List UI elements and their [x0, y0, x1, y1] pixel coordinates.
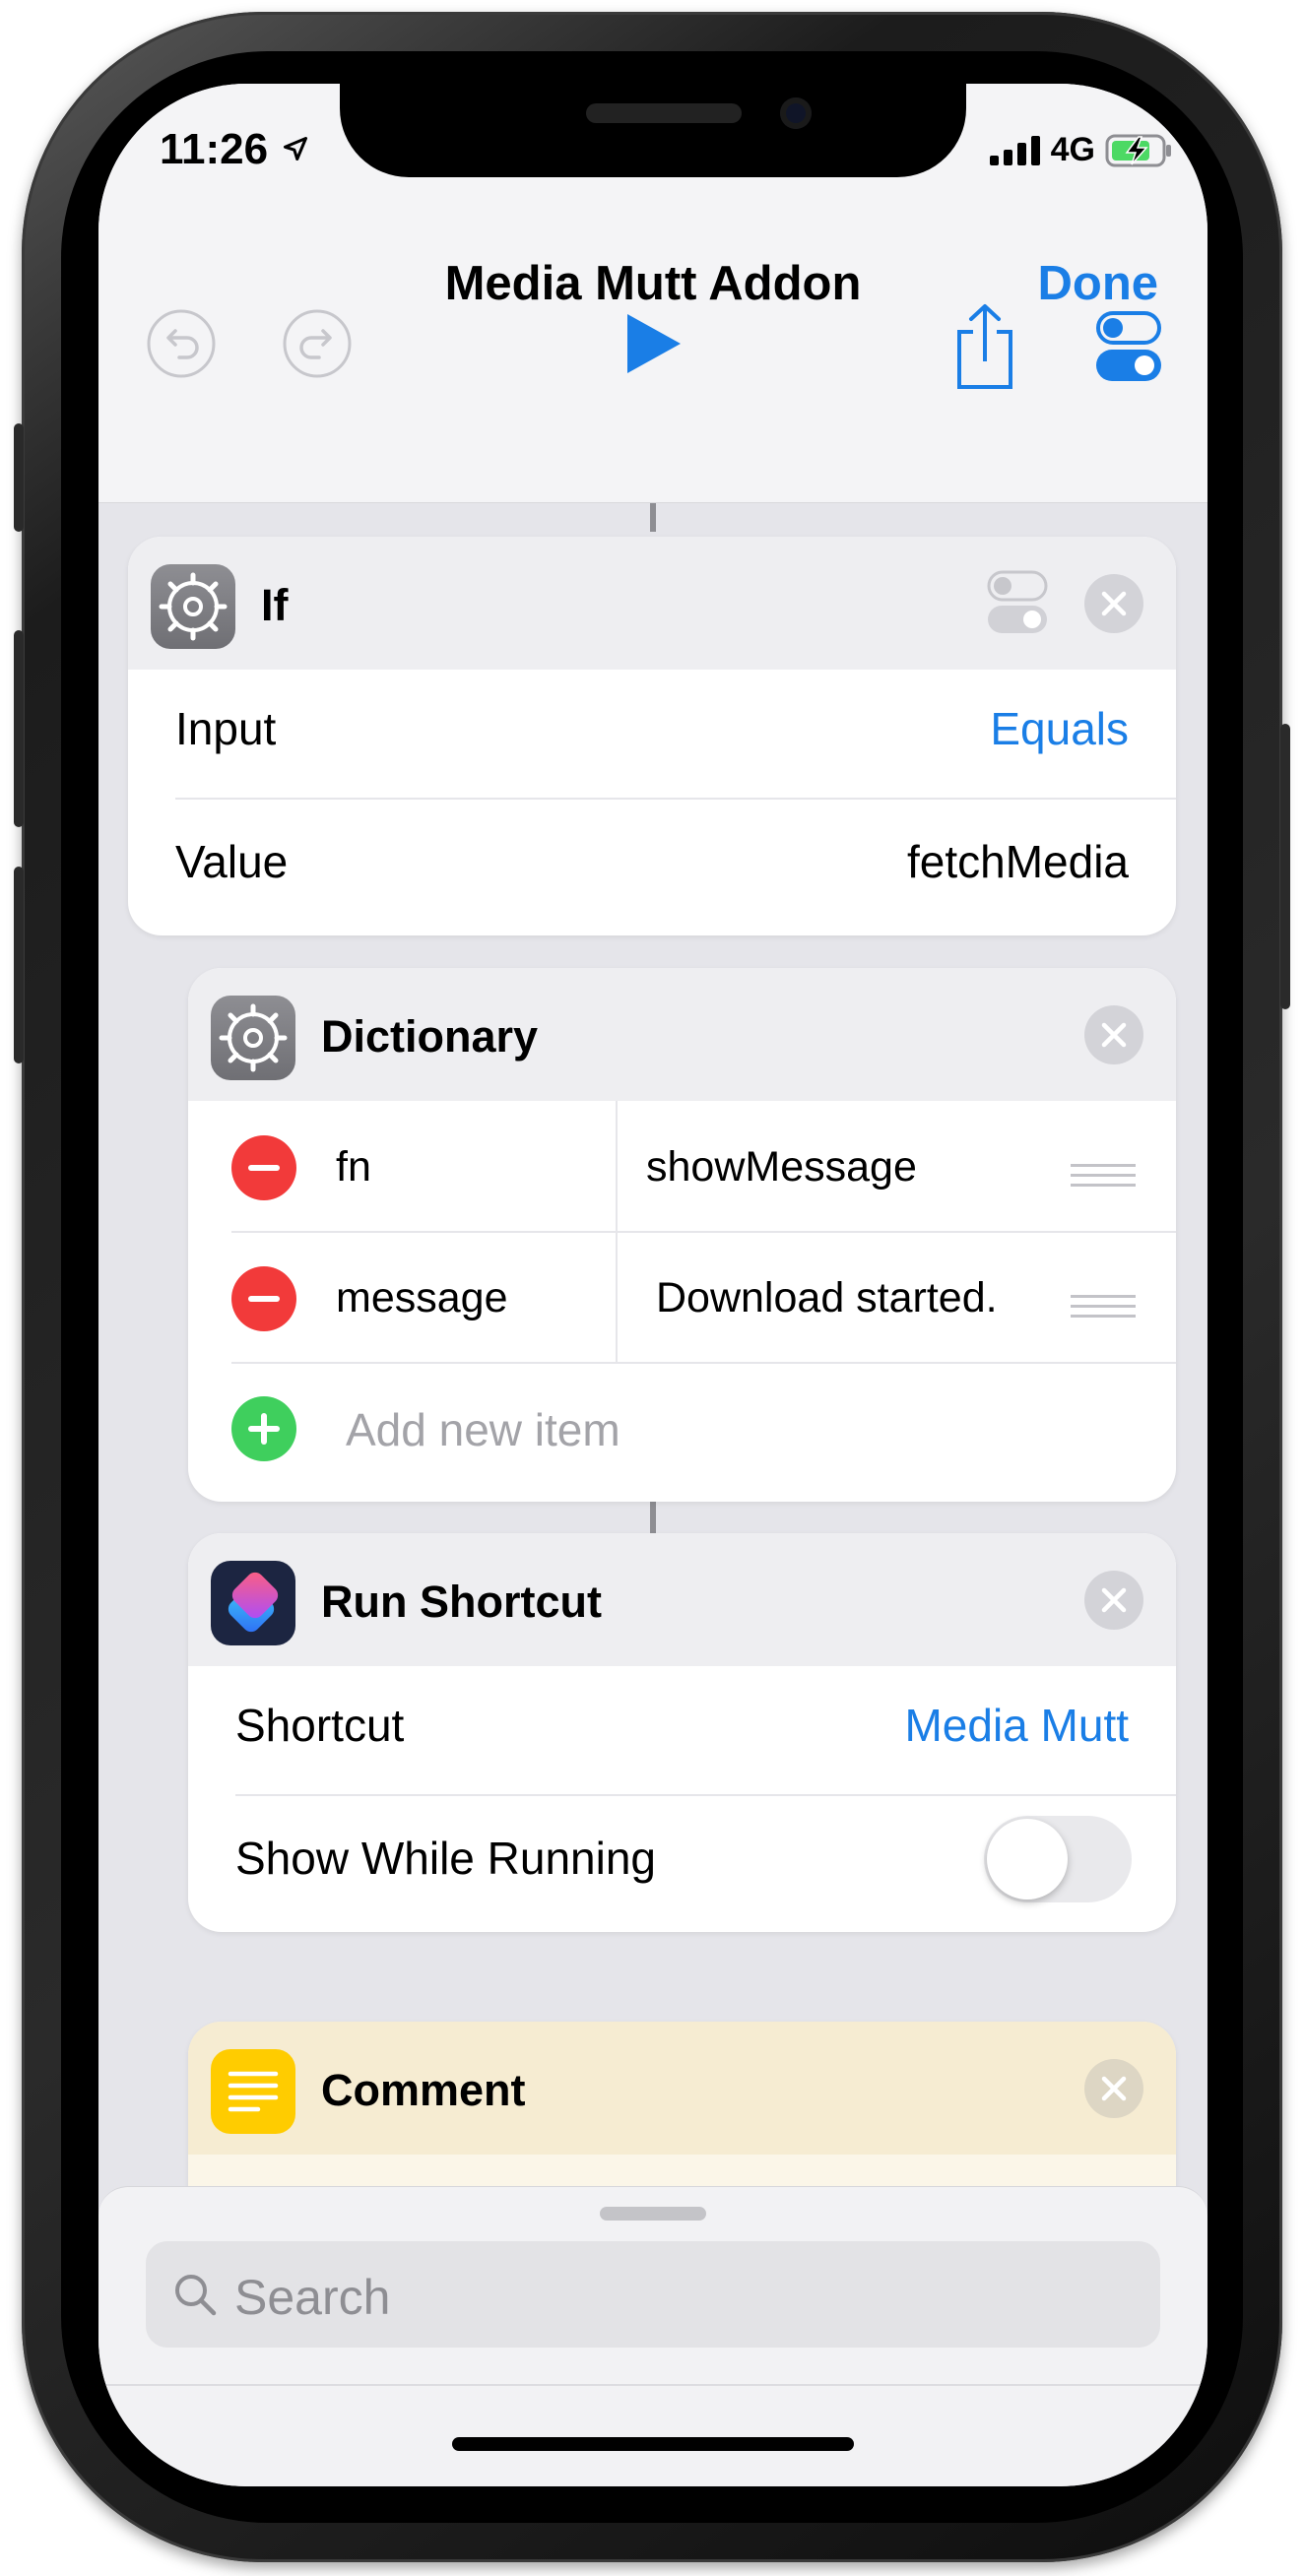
dictionary-value[interactable]: Download started.: [656, 1274, 998, 1322]
redo-icon[interactable]: [282, 308, 353, 379]
dictionary-key[interactable]: fn: [336, 1143, 371, 1191]
dictionary-key[interactable]: message: [336, 1274, 507, 1322]
share-icon[interactable]: [953, 302, 1016, 391]
close-icon: [1101, 1587, 1127, 1613]
comment-icon: [211, 2049, 295, 2134]
delete-item-button[interactable]: [231, 1266, 296, 1331]
toggle-knob: [987, 1819, 1068, 1900]
done-button[interactable]: Done: [1038, 256, 1159, 311]
undo-icon[interactable]: [146, 308, 217, 379]
comment-card-header: Comment: [188, 2022, 1176, 2155]
dictionary-action-card[interactable]: Dictionary fn showMessage message Downlo…: [188, 968, 1176, 1502]
sheet-divider: [98, 2384, 1207, 2386]
silent-switch: [14, 423, 24, 532]
volume-down-button: [14, 867, 24, 1063]
dictionary-card-header: Dictionary: [188, 968, 1176, 1101]
condition-value[interactable]: Equals: [990, 702, 1129, 755]
run-shortcut-action-card[interactable]: Run Shortcut Shortcut Media Mutt Show Wh…: [188, 1533, 1176, 1932]
if-card-title: If: [261, 580, 289, 630]
search-icon: [175, 2275, 217, 2316]
play-icon[interactable]: [623, 312, 683, 375]
remove-action-button[interactable]: [1084, 1005, 1143, 1064]
row-divider: [175, 798, 1176, 800]
close-icon: [1101, 1022, 1127, 1048]
row-divider: [235, 1794, 1176, 1796]
remove-action-button[interactable]: [1084, 1571, 1143, 1630]
front-camera: [780, 97, 812, 129]
shortcut-label: Shortcut: [235, 1700, 405, 1751]
add-new-item-label[interactable]: Add new item: [346, 1403, 620, 1456]
settings-toggles-icon[interactable]: [1095, 310, 1162, 383]
row-divider: [231, 1231, 1176, 1233]
notch: [340, 84, 966, 177]
reorder-handle[interactable]: [1071, 1295, 1136, 1324]
input-label: Input: [175, 703, 277, 754]
location-arrow-icon: [283, 136, 308, 161]
run-shortcut-card-header: Run Shortcut: [188, 1533, 1176, 1666]
volume-up-button: [14, 630, 24, 827]
dictionary-value[interactable]: showMessage: [646, 1143, 917, 1191]
comment-card-title: Comment: [321, 2065, 526, 2115]
signal-icon: [989, 135, 1040, 165]
close-icon: [1101, 2076, 1127, 2101]
remove-action-button[interactable]: [1084, 2059, 1143, 2118]
network-type: 4G: [1050, 131, 1095, 168]
add-item-button[interactable]: [231, 1396, 296, 1461]
sheet-grabber[interactable]: [600, 2207, 706, 2221]
status-indicators: 4G: [989, 131, 1172, 169]
if-action-card[interactable]: If Input Equals Value fetchMedia: [128, 537, 1176, 935]
screen: 11:26 4G Media Mutt Addon Done If Input …: [98, 84, 1207, 2486]
flow-connector: [650, 1502, 656, 1533]
run-shortcut-card-title: Run Shortcut: [321, 1577, 602, 1627]
speaker-grille: [586, 103, 742, 123]
shortcuts-app-icon: [211, 1561, 295, 1645]
dictionary-card-title: Dictionary: [321, 1011, 539, 1062]
row-divider: [231, 1362, 1176, 1364]
value-label: Value: [175, 836, 289, 887]
remove-action-button[interactable]: [1084, 574, 1143, 633]
reorder-handle[interactable]: [1071, 1164, 1136, 1193]
value-field[interactable]: fetchMedia: [907, 835, 1129, 888]
if-card-header: If: [128, 537, 1176, 670]
parameter-toggle-icon[interactable]: [987, 570, 1048, 635]
search-placeholder: Search: [234, 2270, 391, 2325]
gear-icon: [151, 564, 235, 649]
side-button: [1280, 724, 1290, 1009]
shortcut-picker[interactable]: Media Mutt: [904, 1699, 1129, 1752]
search-input[interactable]: Search: [146, 2241, 1160, 2348]
gear-icon: [211, 996, 295, 1080]
close-icon: [1101, 591, 1127, 616]
show-while-running-label: Show While Running: [235, 1833, 657, 1884]
delete-item-button[interactable]: [231, 1135, 296, 1200]
show-while-running-toggle[interactable]: [984, 1816, 1132, 1902]
home-indicator[interactable]: [452, 2437, 854, 2451]
battery-charging-icon: [1105, 134, 1171, 166]
flow-connector: [650, 502, 656, 532]
status-time: 11:26: [160, 125, 269, 173]
